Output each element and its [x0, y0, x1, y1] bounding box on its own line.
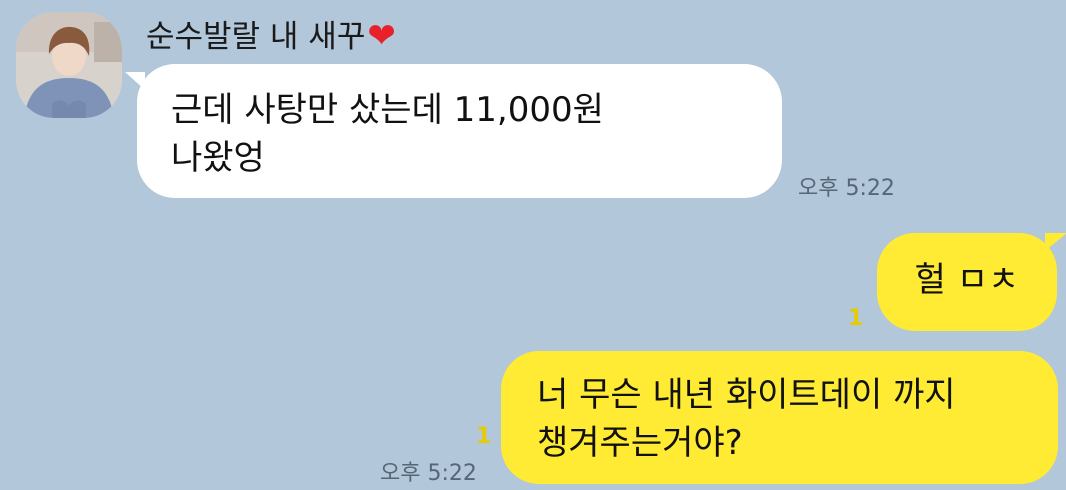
message-line: 나왔엉: [171, 138, 265, 178]
heart-icon: ❤: [367, 16, 396, 56]
sender-name: 순수발랄 내 새꾸❤: [146, 14, 396, 59]
unread-count: 1: [476, 424, 492, 449]
profile-photo: [16, 12, 122, 118]
outgoing-message-bubble[interactable]: 너 무슨 내년 화이트데이 까지 챙겨주는거야?: [501, 351, 1058, 484]
sender-avatar[interactable]: [16, 12, 122, 118]
message-line: 헐 ㅁㅊ: [914, 260, 1020, 300]
message-line: 너 무슨 내년 화이트데이 까지: [537, 375, 956, 415]
message-timestamp: 오후 5:22: [798, 176, 895, 201]
message-line: 챙겨주는거야?: [537, 423, 743, 463]
message-timestamp: 오후 5:22: [380, 461, 477, 486]
outgoing-message-bubble[interactable]: 헐 ㅁㅊ: [877, 233, 1066, 331]
unread-count: 1: [848, 306, 864, 331]
sender-name-text: 순수발랄 내 새꾸: [146, 19, 366, 55]
incoming-message-bubble[interactable]: 근데 사탕만 샀는데 11,000원 나왔엉: [125, 64, 782, 198]
message-line: 근데 사탕만 샀는데 11,000원: [171, 90, 604, 130]
